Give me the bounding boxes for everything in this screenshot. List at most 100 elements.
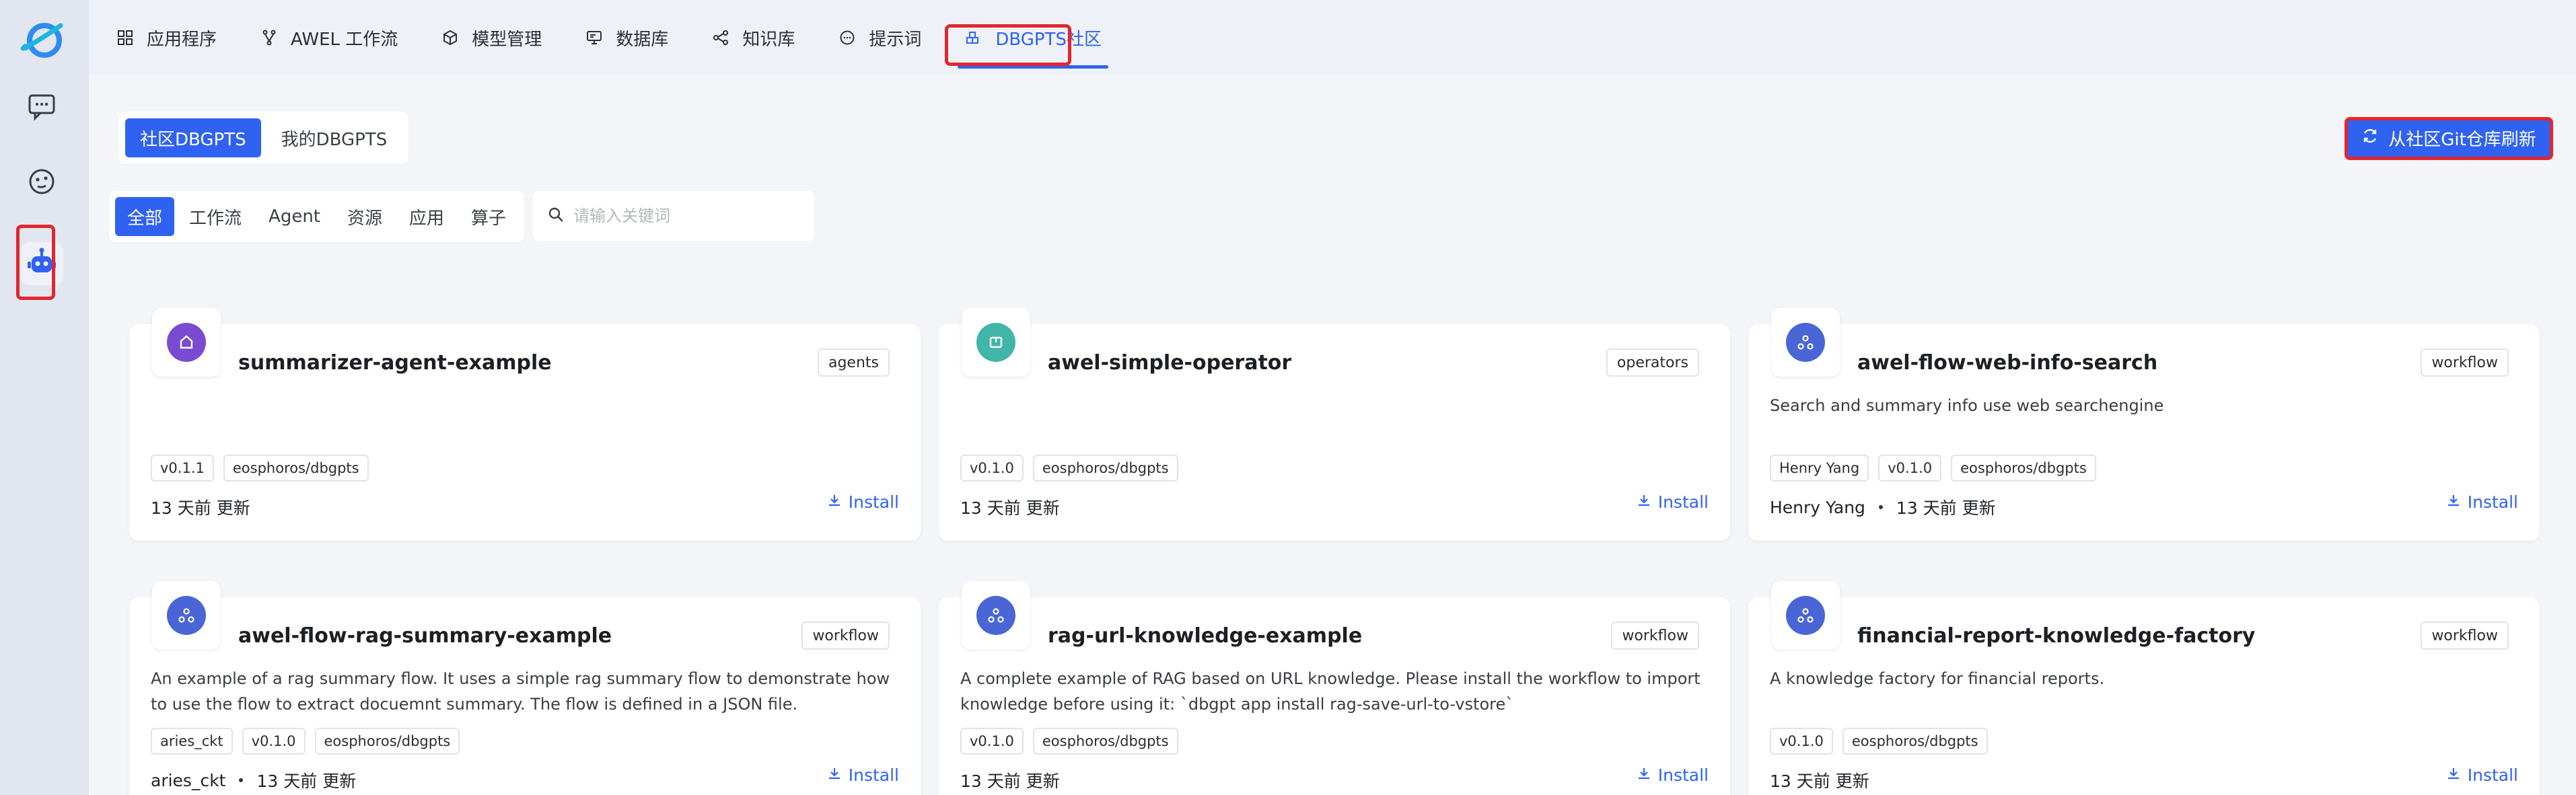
search-input[interactable] bbox=[573, 206, 795, 225]
version-tag: v0.1.0 bbox=[1770, 728, 1833, 755]
filter-all[interactable]: 全部 bbox=[115, 197, 175, 236]
top-nav-bar: 应用程序 AWEL 工作流 模型管理 数据库 知识库 提示词 DBGPTS社区 bbox=[89, 0, 2576, 75]
card-title: awel-flow-rag-summary-example bbox=[238, 624, 612, 648]
filter-agent[interactable]: Agent bbox=[256, 197, 332, 236]
chat-icon bbox=[838, 28, 857, 47]
dbgpts-card[interactable]: financial-report-knowledge-factory workf… bbox=[1748, 581, 2540, 795]
version-tag: v0.1.0 bbox=[960, 455, 1024, 482]
filter-operator[interactable]: 算子 bbox=[459, 197, 518, 236]
author-tag: aries_ckt bbox=[151, 728, 233, 755]
card-avatar bbox=[1771, 308, 1840, 377]
version-tag: v0.1.0 bbox=[242, 728, 306, 755]
card-meta: Henry Yang 13 天前 更新 bbox=[1770, 495, 1996, 519]
filter-resource[interactable]: 资源 bbox=[335, 197, 394, 236]
tab-knowledge[interactable]: 知识库 bbox=[711, 0, 795, 75]
share-icon bbox=[711, 28, 730, 47]
card-tags: Henry Yang v0.1.0 eosphoros/dbgpts bbox=[1770, 455, 2096, 482]
database-icon bbox=[585, 28, 604, 47]
author-name: Henry Yang bbox=[1770, 497, 1865, 517]
card-tags: v0.1.0 eosphoros/dbgpts bbox=[1770, 728, 1988, 755]
repo-tag: eosphoros/dbgpts bbox=[1032, 728, 1178, 755]
card-tags: aries_ckt v0.1.0 eosphoros/dbgpts bbox=[151, 728, 460, 755]
version-tag: v0.1.0 bbox=[1878, 455, 1942, 482]
app-logo[interactable] bbox=[16, 17, 67, 63]
tab-apps[interactable]: 应用程序 bbox=[116, 0, 217, 75]
separator-dot bbox=[239, 778, 244, 782]
repo-tag: eosphoros/dbgpts bbox=[1032, 455, 1178, 482]
card-tags: v0.1.0 eosphoros/dbgpts bbox=[960, 728, 1178, 755]
card-tags: v0.1.1 eosphoros/dbgpts bbox=[151, 455, 369, 482]
author-tag: Henry Yang bbox=[1770, 455, 1869, 482]
card-title: awel-flow-web-info-search bbox=[1857, 351, 2158, 375]
tab-database[interactable]: 数据库 bbox=[585, 0, 668, 75]
repo-tag: eosphoros/dbgpts bbox=[223, 455, 369, 482]
dbgpts-card[interactable]: rag-url-knowledge-example workflow A com… bbox=[939, 581, 1730, 795]
card-title: summarizer-agent-example bbox=[238, 351, 552, 375]
version-tag: v0.1.1 bbox=[151, 455, 214, 482]
segment-mine[interactable]: 我的DBGPTS bbox=[266, 118, 402, 157]
repo-tag: eosphoros/dbgpts bbox=[1842, 728, 1988, 755]
dbgpts-card[interactable]: awel-flow-web-info-search workflow Searc… bbox=[1748, 308, 2540, 541]
card-description: An example of a rag summary flow. It use… bbox=[151, 669, 890, 714]
chat-nav[interactable] bbox=[20, 86, 63, 129]
install-label: Install bbox=[2467, 492, 2518, 512]
install-label: Install bbox=[2467, 765, 2518, 785]
agent-icon bbox=[167, 323, 206, 362]
tab-label: AWEL 工作流 bbox=[291, 29, 398, 50]
filter-workflow[interactable]: 工作流 bbox=[177, 197, 254, 236]
install-button[interactable]: Install bbox=[1637, 492, 1709, 512]
author-name: aries_ckt bbox=[151, 770, 226, 790]
dbgpts-scope-segment: 社区DBGPTS 我的DBGPTS bbox=[118, 112, 409, 164]
tab-label: 知识库 bbox=[742, 29, 795, 50]
highlight-box bbox=[945, 24, 1071, 66]
workflow-icon bbox=[1786, 596, 1825, 635]
install-button[interactable]: Install bbox=[2446, 765, 2518, 785]
download-icon bbox=[2446, 765, 2461, 785]
card-type-tag: workflow bbox=[2421, 348, 2509, 377]
explore-nav[interactable] bbox=[20, 161, 63, 204]
card-type-tag: agents bbox=[817, 348, 890, 377]
updated-time: 13 天前 更新 bbox=[1770, 771, 1869, 791]
updated-time: 13 天前 更新 bbox=[151, 498, 250, 518]
dbgpts-card[interactable]: summarizer-agent-example agents v0.1.1 e… bbox=[129, 308, 921, 541]
download-icon bbox=[2446, 492, 2461, 512]
card-avatar bbox=[1771, 581, 1840, 650]
tab-models[interactable]: 模型管理 bbox=[441, 0, 542, 75]
card-avatar bbox=[962, 581, 1030, 650]
dbgpts-card[interactable]: awel-flow-rag-summary-example workflow A… bbox=[129, 581, 921, 795]
download-icon bbox=[827, 492, 842, 512]
install-label: Install bbox=[1657, 492, 1709, 512]
card-description: A complete example of RAG based on URL k… bbox=[960, 669, 1701, 714]
filter-app[interactable]: 应用 bbox=[397, 197, 456, 236]
card-title: financial-report-knowledge-factory bbox=[1857, 624, 2256, 648]
download-icon bbox=[1637, 492, 1651, 512]
install-button[interactable]: Install bbox=[2446, 492, 2518, 512]
install-label: Install bbox=[848, 765, 899, 785]
highlight-box bbox=[2345, 117, 2553, 160]
type-filter: 全部 工作流 Agent 资源 应用 算子 bbox=[109, 191, 525, 242]
updated-time: 13 天前 更新 bbox=[960, 498, 1060, 518]
tab-prompts[interactable]: 提示词 bbox=[838, 0, 921, 75]
card-type-tag: workflow bbox=[2421, 621, 2509, 650]
updated-time: 13 天前 更新 bbox=[960, 771, 1060, 791]
card-meta: 13 天前 更新 bbox=[1770, 768, 1869, 792]
updated-time: 13 天前 更新 bbox=[256, 771, 357, 791]
tab-label: 应用程序 bbox=[147, 29, 217, 50]
repo-tag: eosphoros/dbgpts bbox=[314, 728, 460, 755]
install-button[interactable]: Install bbox=[1637, 765, 1709, 785]
card-title: awel-simple-operator bbox=[1048, 351, 1292, 375]
grid-icon bbox=[116, 28, 135, 47]
tab-label: 数据库 bbox=[616, 29, 669, 50]
card-description: Search and summary info use web searchen… bbox=[1770, 396, 2164, 415]
card-meta: 13 天前 更新 bbox=[151, 495, 250, 519]
dbgpts-card[interactable]: awel-simple-operator operators v0.1.0 eo… bbox=[939, 308, 1730, 541]
install-button[interactable]: Install bbox=[827, 765, 899, 785]
chat-bubble-icon bbox=[27, 91, 57, 124]
install-button[interactable]: Install bbox=[827, 492, 899, 512]
card-tags: v0.1.0 eosphoros/dbgpts bbox=[960, 455, 1178, 482]
segment-community[interactable]: 社区DBGPTS bbox=[125, 118, 261, 157]
highlight-box bbox=[16, 225, 55, 300]
face-icon bbox=[27, 167, 57, 199]
tab-awel-workflow[interactable]: AWEL 工作流 bbox=[260, 0, 398, 75]
card-type-tag: operators bbox=[1606, 348, 1699, 377]
